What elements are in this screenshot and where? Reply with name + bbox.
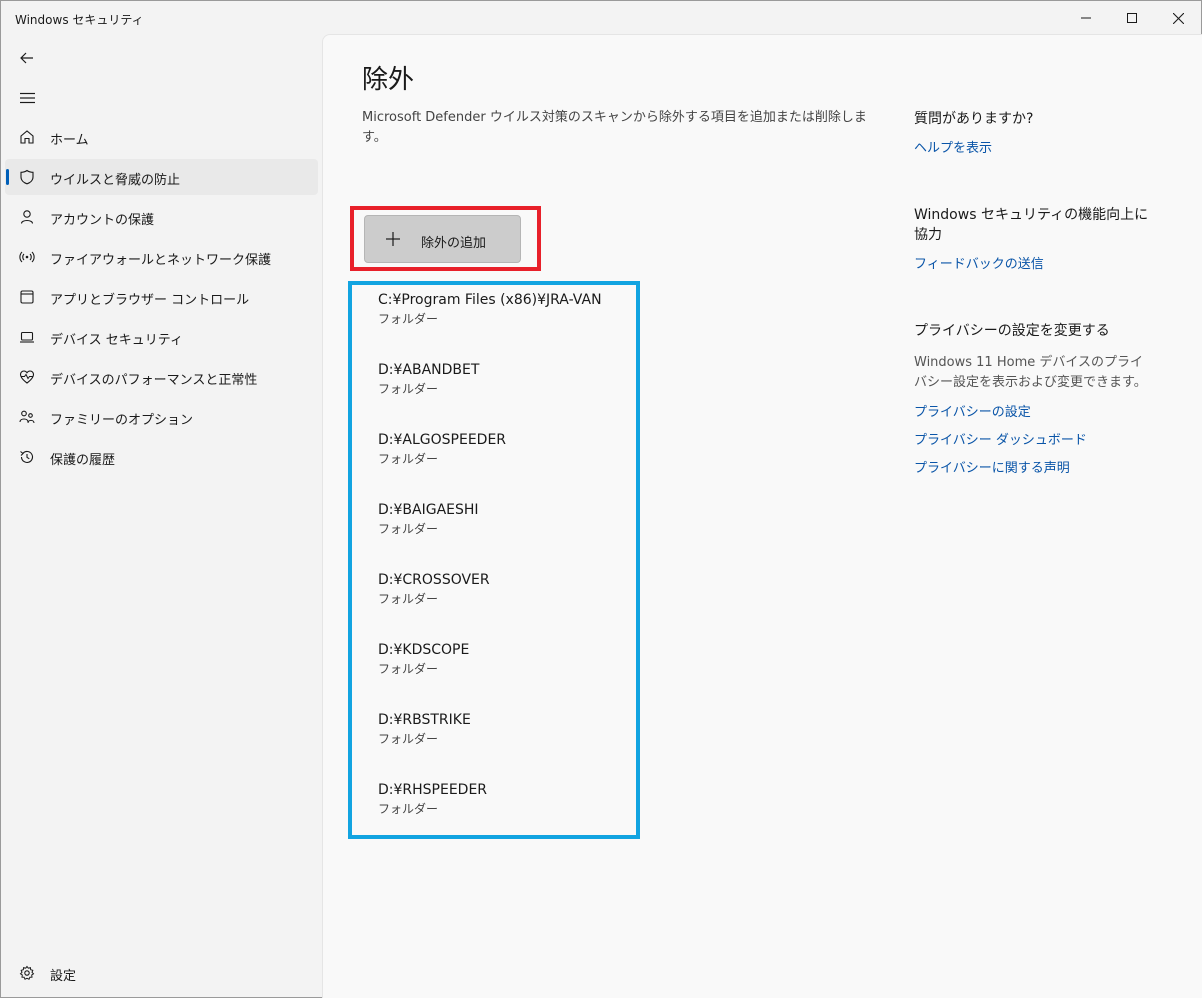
exclusion-item[interactable]: D:¥KDSCOPE フォルダー <box>378 641 638 711</box>
sidebar-item-account[interactable]: アカウントの保護 <box>5 199 318 235</box>
exclusion-type: フォルダー <box>378 312 439 326</box>
sidebar-item-firewall[interactable]: ファイアウォールとネットワーク保護 <box>5 239 318 275</box>
sidebar: ホーム ウイルスと脅威の防止 アカウントの保護 ファイアウォールとネットワーク保… <box>1 35 322 998</box>
plus-icon <box>384 230 402 248</box>
menu-button[interactable] <box>11 82 43 114</box>
add-exclusion-button[interactable]: 除外の追加 <box>364 215 521 263</box>
sidebar-item-label: ホーム <box>50 133 89 148</box>
app-window-icon <box>18 288 36 306</box>
sidebar-item-device-performance[interactable]: デバイスのパフォーマンスと正常性 <box>5 359 318 395</box>
nav-list: ホーム ウイルスと脅威の防止 アカウントの保護 ファイアウォールとネットワーク保… <box>5 119 318 479</box>
exclusion-path: D:¥KDSCOPE <box>378 642 470 658</box>
laptop-icon <box>18 328 36 346</box>
exclusion-path: D:¥BAIGAESHI <box>378 502 479 518</box>
exclusion-path: D:¥CROSSOVER <box>378 572 490 588</box>
sidebar-item-settings[interactable]: 設定 <box>5 955 318 991</box>
question-heading: 質問がありますか? <box>914 111 1034 127</box>
content-pane: 除外 Microsoft Defender ウイルス対策のスキャンから除外する項… <box>322 34 1202 998</box>
privacy-settings-link[interactable]: プライバシーの設定 <box>914 401 1031 420</box>
feedback-link[interactable]: フィードバックの送信 <box>914 253 1044 272</box>
feedback-heading: Windows セキュリティの機能向上に協力 <box>914 207 1149 243</box>
sidebar-item-label: アプリとブラウザー コントロール <box>50 293 250 308</box>
exclusion-type: フォルダー <box>378 802 439 816</box>
sidebar-item-label: ファミリーのオプション <box>50 413 194 428</box>
exclusion-path: C:¥Program Files (x86)¥JRA-VAN <box>378 292 602 308</box>
privacy-dashboard-link[interactable]: プライバシー ダッシュボード <box>914 429 1087 448</box>
sidebar-item-label: アカウントの保護 <box>50 213 155 228</box>
page-title: 除外 <box>362 65 415 95</box>
sidebar-item-app-browser[interactable]: アプリとブラウザー コントロール <box>5 279 318 315</box>
gear-icon <box>18 964 36 982</box>
exclusion-path: D:¥RHSPEEDER <box>378 782 488 798</box>
hamburger-icon <box>19 92 35 104</box>
exclusion-item[interactable]: D:¥CROSSOVER フォルダー <box>378 571 638 641</box>
sidebar-item-history[interactable]: 保護の履歴 <box>5 439 318 475</box>
exclusion-path: D:¥RBSTRIKE <box>378 712 471 728</box>
exclusion-type: フォルダー <box>378 452 439 466</box>
person-icon <box>18 208 36 226</box>
sidebar-item-label: 保護の履歴 <box>50 453 116 468</box>
minimize-icon <box>1081 17 1091 19</box>
minimize-button[interactable] <box>1063 1 1109 35</box>
exclusion-item[interactable]: D:¥BAIGAESHI フォルダー <box>378 501 638 571</box>
sidebar-item-virus-protection[interactable]: ウイルスと脅威の防止 <box>5 159 318 195</box>
sidebar-item-label: デバイス セキュリティ <box>50 333 183 348</box>
exclusion-item[interactable]: D:¥ALGOSPEEDER フォルダー <box>378 431 638 501</box>
add-exclusion-label: 除外の追加 <box>421 236 487 251</box>
close-icon <box>1172 12 1184 24</box>
privacy-text: Windows 11 Home デバイスのプライバシー設定を表示および変更できま… <box>914 355 1147 390</box>
sidebar-item-label: ウイルスと脅威の防止 <box>50 173 181 188</box>
exclusion-list: C:¥Program Files (x86)¥JRA-VAN フォルダー D:¥… <box>378 291 638 851</box>
page-description: Microsoft Defender ウイルス対策のスキャンから除外する項目を追… <box>362 110 867 145</box>
settings-label: 設定 <box>50 969 77 984</box>
sidebar-item-family[interactable]: ファミリーのオプション <box>5 399 318 435</box>
exclusion-item[interactable]: C:¥Program Files (x86)¥JRA-VAN フォルダー <box>378 291 638 361</box>
maximize-icon <box>1127 13 1137 23</box>
exclusion-type: フォルダー <box>378 382 439 396</box>
maximize-button[interactable] <box>1109 1 1155 35</box>
app-window: Windows セキュリティ ホーム ウイルスと脅威の防止 アカウントの保護 フ… <box>0 0 1202 998</box>
exclusion-item[interactable]: D:¥ABANDBET フォルダー <box>378 361 638 431</box>
home-icon <box>18 128 36 146</box>
exclusion-path: D:¥ABANDBET <box>378 362 480 378</box>
back-button[interactable] <box>11 42 43 74</box>
shield-icon <box>18 168 36 186</box>
exclusion-type: フォルダー <box>378 592 439 606</box>
sidebar-item-label: デバイスのパフォーマンスと正常性 <box>50 373 258 388</box>
close-button[interactable] <box>1155 1 1201 35</box>
family-icon <box>18 408 36 426</box>
exclusion-type: フォルダー <box>378 662 439 676</box>
exclusion-type: フォルダー <box>378 732 439 746</box>
title-bar: Windows セキュリティ <box>1 1 1201 35</box>
exclusion-type: フォルダー <box>378 522 439 536</box>
sidebar-item-label: ファイアウォールとネットワーク保護 <box>50 253 272 268</box>
wireless-icon <box>18 248 36 266</box>
help-link[interactable]: ヘルプを表示 <box>914 137 992 156</box>
window-title: Windows セキュリティ <box>15 13 144 27</box>
sidebar-item-device-security[interactable]: デバイス セキュリティ <box>5 319 318 355</box>
back-arrow-icon <box>20 52 33 64</box>
heart-pulse-icon <box>18 368 36 386</box>
exclusion-item[interactable]: D:¥RHSPEEDER フォルダー <box>378 781 638 851</box>
exclusion-item[interactable]: D:¥RBSTRIKE フォルダー <box>378 711 638 781</box>
exclusion-path: D:¥ALGOSPEEDER <box>378 432 507 448</box>
privacy-heading: プライバシーの設定を変更する <box>914 323 1110 339</box>
privacy-statement-link[interactable]: プライバシーに関する声明 <box>914 457 1070 476</box>
history-icon <box>18 448 36 466</box>
sidebar-item-home[interactable]: ホーム <box>5 119 318 155</box>
